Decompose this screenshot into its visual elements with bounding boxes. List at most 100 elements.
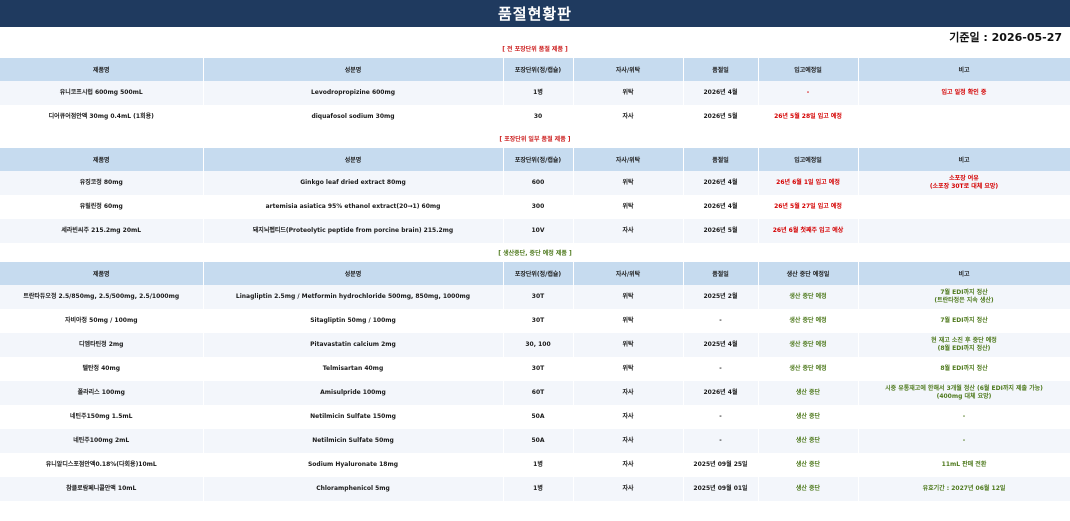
cell-line: 위탁 [622,203,634,210]
cell-note [858,219,1070,243]
cell-package: 30, 100 [503,333,574,357]
cell-owner: 위탁 [573,81,684,105]
cell-line: 자사 [622,485,634,492]
cell-outofstock-date: 2026년 5월 [683,105,759,129]
cell-product: 참클로람페니콜안액 10mL [0,477,204,501]
cell-line: Chloramphenicol 5mg [316,485,390,492]
cell-owner: 위탁 [573,195,684,219]
cell-owner: 위탁 [573,285,684,309]
cell-line: Netilmicin Sulfate 150mg [310,413,396,420]
cell-package: 30T [503,357,574,381]
cell-line: 위탁 [622,365,634,372]
cell-line: 생산 중단 [795,485,821,492]
col-product: 제품명 [0,148,204,171]
cell-ingredient: Sitagliptin 50mg / 100mg [203,309,504,333]
table-row: 자비아정 50mg / 100mg Sitagliptin 50mg / 100m… [0,309,1070,333]
cell-note: 입고 일정 확인 중 [858,81,1070,105]
cell-line: Linagliptin 2.5mg / Metformin hydrochlor… [235,293,471,300]
col-product: 제품명 [0,58,204,81]
cell-package: 30T [503,309,574,333]
cell-line: 26년 6월 1일 입고 예정 [776,179,840,186]
cell-ingredient: Chloramphenicol 5mg [203,477,504,501]
cell-package: 300 [503,195,574,219]
cell-line: 300 [531,203,545,210]
cell-restock-date: - [758,81,859,105]
cell-owner: 자사 [573,381,684,405]
cell-outofstock-date: 2025년 09월 25일 [683,453,759,477]
cell-line: 50A [531,437,545,444]
cell-package: 50A [503,405,574,429]
cell-outofstock-date: 2026년 4월 [683,195,759,219]
cell-outofstock-date: 2025년 4월 [683,333,759,357]
col-ingredient: 성분명 [203,148,504,171]
section-title-discontinued: [ 생산중단, 중단 예정 제품 ] [498,250,572,257]
cell-product: 유릴린정 60mg [0,195,204,219]
cell-package: 1병 [503,81,574,105]
cell-ingredient: artemisia asiatica 95% ethanol extract(2… [203,195,504,219]
cell-line: 위탁 [622,341,634,348]
page-title: 품절현황판 [0,0,1070,27]
cell-line: 디엠타틴정 2mg [79,341,124,348]
cell-line: 텔탄정 40mg [82,365,121,372]
cell-product: 폴라리스 100mg [0,381,204,405]
col-outofstock-date: 품절일 [683,58,759,81]
cell-line: 자사 [622,227,634,234]
col-note: 비고 [858,262,1070,285]
cell-restock-date: 생산 중단 예정 [758,309,859,333]
cell-ingredient: Netilmicin Sulfate 150mg [203,405,504,429]
cell-note: 7월 EDI까지 정산 (트란타정은 지속 생산) [858,285,1070,309]
cell-ingredient: Linagliptin 2.5mg / Metformin hydrochlor… [203,285,504,309]
cell-line: 11mL 판매 전환 [941,461,987,468]
section-title-full-outofstock: [ 전 포장단위 품절 제품 ] [502,46,568,53]
cell-line: (400mg 대체 요망) [936,393,992,400]
col-note: 비고 [858,148,1070,171]
base-date: 기준일 : 2026-05-27 [949,31,1062,44]
cell-line: Telmisartan 40mg [322,365,384,372]
col-outofstock-date: 품절일 [683,148,759,171]
cell-restock-date: 생산 중단 [758,381,859,405]
cell-line: - [719,437,722,444]
table-row: 디어큐어점안액 30mg 0.4mL (1회용) diquafosol sodi… [0,105,1070,129]
cell-line: 7월 EDI까지 정산 [940,317,988,324]
cell-owner: 위탁 [573,309,684,333]
cell-note: 11mL 판매 전환 [858,453,1070,477]
cell-ingredient: Pitavastatin calcium 2mg [203,333,504,357]
cell-product: 유징코정 80mg [0,171,204,195]
cell-outofstock-date: 2026년 4월 [683,381,759,405]
cell-line: 26년 5월 27일 입고 예정 [774,203,842,210]
cell-owner: 위탁 [573,357,684,381]
cell-line: 생산 중단 [795,389,821,396]
cell-product: 세라빈씨주 215.2mg 20mL [0,219,204,243]
cell-line: Pitavastatin calcium 2mg [310,341,396,348]
col-package: 포장단위(정/캡슐) [503,58,574,81]
cell-line: 2026년 5월 [703,227,738,234]
cell-restock-date: 생산 중단 예정 [758,285,859,309]
section-title-partial-outofstock: [ 포장단위 일부 품절 제품 ] [499,136,571,143]
cell-line: Netilmicin Sulfate 50mg [312,437,394,444]
cell-note: 8월 EDI까지 정산 [858,357,1070,381]
cell-line: 50A [531,413,545,420]
table-discontinued: 제품명 성분명 포장단위(정/캡슐) 자사/위탁 품절일 생산 중단 예정일 비… [0,262,1070,501]
cell-line: 위탁 [622,179,634,186]
cell-line: 생산 중단 예정 [789,293,827,300]
cell-restock-date: 생산 중단 [758,429,859,453]
cell-line: 생산 중단 [795,437,821,444]
cell-ingredient: Sodium Hyaluronate 18mg [203,453,504,477]
cell-product: 유니알디스포점안액0.18%(다회용)10mL [0,453,204,477]
cell-line: Ginkgo leaf dried extract 80mg [300,179,406,186]
cell-ingredient: 돼지뇌펩티드(Proteolytic peptide from porcine … [203,219,504,243]
col-owner: 자사/위탁 [573,148,684,171]
cell-outofstock-date: 2026년 4월 [683,171,759,195]
cell-owner: 자사 [573,453,684,477]
cell-outofstock-date: 2026년 5월 [683,219,759,243]
col-product: 제품명 [0,262,204,285]
cell-product: 텔탄정 40mg [0,357,204,381]
cell-owner: 자사 [573,219,684,243]
cell-outofstock-date: - [683,357,759,381]
cell-line: Sodium Hyaluronate 18mg [307,461,399,468]
cell-ingredient: diquafosol sodium 30mg [203,105,504,129]
cell-restock-date: 26년 6월 1일 입고 예정 [758,171,859,195]
cell-owner: 자사 [573,405,684,429]
cell-owner: 위탁 [573,171,684,195]
cell-line: 생산 중단 [795,413,821,420]
